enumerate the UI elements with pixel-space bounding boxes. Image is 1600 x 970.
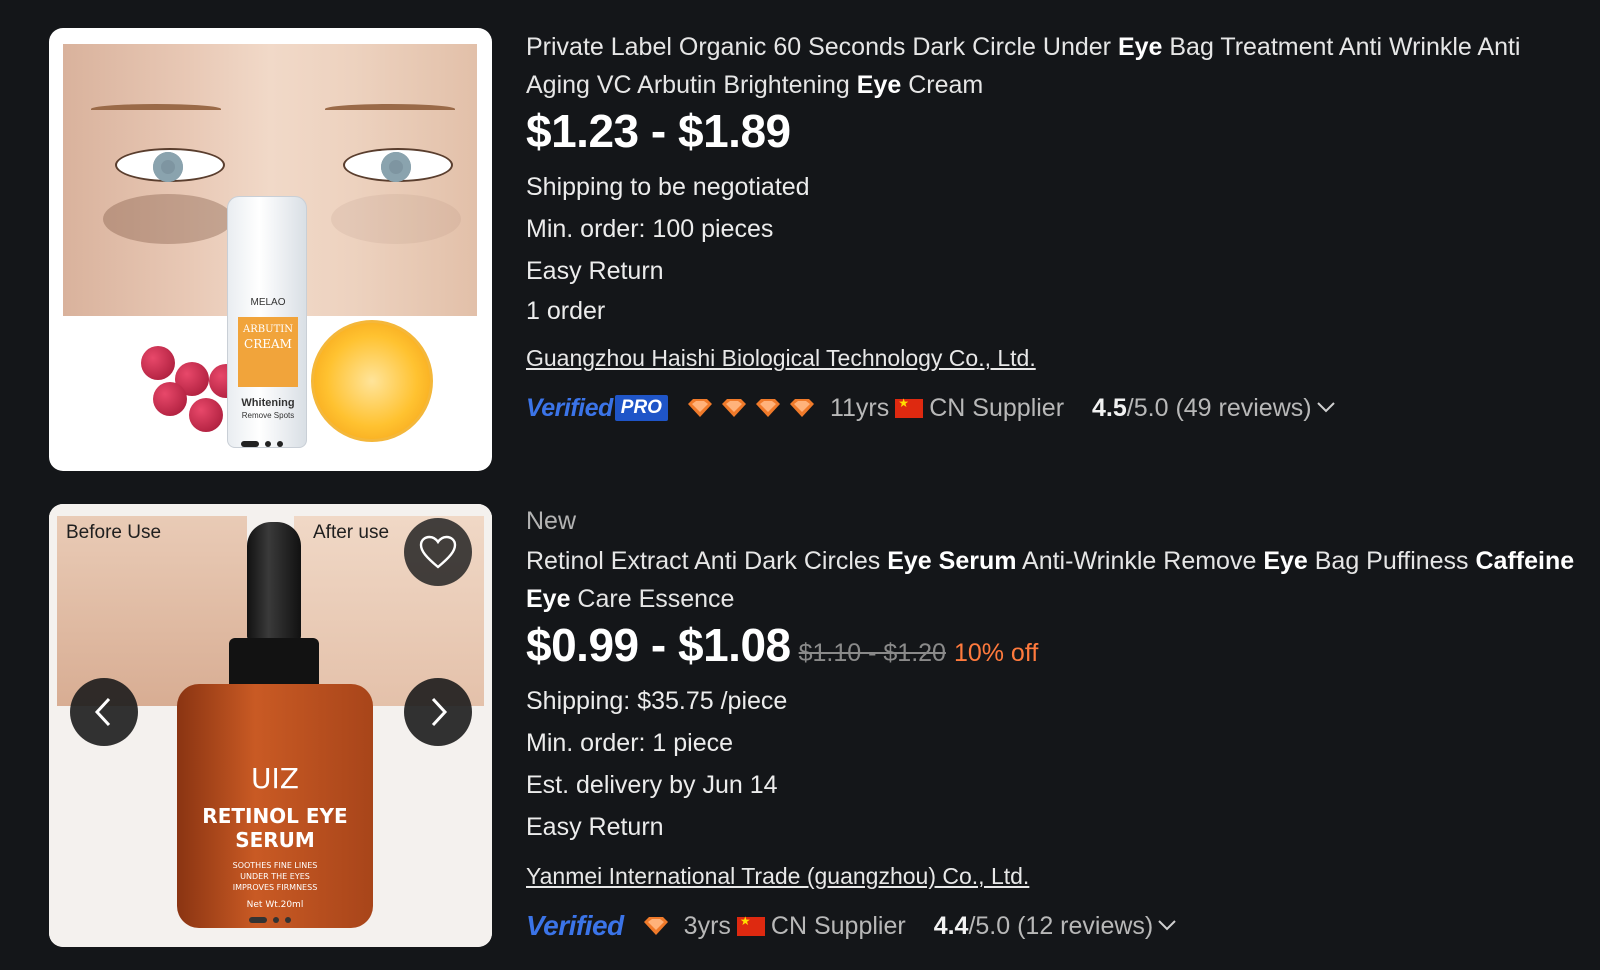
supplier-years: 3yrs: [683, 911, 731, 940]
title-segment: Care Essence: [570, 585, 735, 613]
title-segment: Eye: [1117, 33, 1163, 61]
min-order: Min. order: 1 piece: [526, 729, 734, 757]
discount-badge: 10% off: [953, 639, 1039, 667]
rating[interactable]: 4.4/5.0 (12 reviews): [934, 912, 1154, 941]
shipping-info: Shipping: $35.75 /piece: [526, 687, 788, 715]
product-image[interactable]: Before Use After use UIZ RETINOL EYE SER…: [49, 504, 492, 947]
product-image[interactable]: MELAO ARBUTIN CREAM Whitening Remove Spo…: [49, 28, 492, 471]
carousel-dots[interactable]: [241, 441, 283, 447]
supplier-level: [642, 915, 670, 937]
title-segment: Retinol Extract Anti Dark Circles: [526, 547, 888, 575]
title-segment: Eye Serum: [887, 547, 1017, 575]
chevron-down-icon[interactable]: [1157, 915, 1177, 938]
rating-value: 4.4: [933, 911, 969, 940]
title-segment: Bag Puffiness: [1307, 547, 1476, 575]
verified-badge: Verified: [526, 393, 613, 422]
wishlist-button[interactable]: [404, 518, 472, 586]
product-title[interactable]: Retinol Extract Anti Dark Circles Eye Se…: [526, 542, 1576, 618]
original-price: $1.10 - $1.20: [798, 639, 946, 667]
supplier-link[interactable]: Yanmei International Trade (guangzhou) C…: [526, 858, 1029, 894]
diamond-icon: [687, 399, 712, 417]
supplier-link[interactable]: Guangzhou Haishi Biological Technology C…: [526, 340, 1036, 376]
carousel-dots[interactable]: [249, 917, 291, 923]
product-title[interactable]: Private Label Organic 60 Seconds Dark Ci…: [526, 28, 1576, 104]
supplier-level: [686, 397, 816, 419]
diamond-icon: [721, 399, 746, 417]
diamond-icon: [643, 917, 668, 935]
price: $0.99 - $1.08: [526, 619, 791, 671]
cn-flag-icon: [895, 396, 924, 418]
chevron-left-icon: [94, 697, 111, 727]
rating-value: 4.5: [1092, 393, 1127, 422]
cream-bottle: MELAO ARBUTIN CREAM Whitening Remove Spo…: [227, 196, 307, 448]
rating-reviews: /5.0 (49 reviews): [1126, 393, 1312, 422]
easy-return: Easy Return: [526, 257, 664, 285]
title-segment: Private Label Organic 60 Seconds Dark Ci…: [526, 33, 1118, 61]
supplier-years: 11yrs: [829, 393, 890, 422]
supplier-type: CN Supplier: [770, 911, 906, 940]
price: $1.23 - $1.89: [526, 105, 791, 157]
pro-badge: PRO: [614, 395, 668, 421]
diamond-icon: [789, 399, 814, 417]
shipping-info: Shipping to be negotiated: [526, 173, 810, 201]
chevron-right-icon: [431, 697, 448, 727]
heart-icon: [419, 535, 457, 569]
chevron-down-icon[interactable]: [1316, 397, 1336, 420]
delivery-estimate: Est. delivery by Jun 14: [526, 771, 778, 799]
supplier-type: CN Supplier: [929, 393, 1065, 422]
rating-reviews: /5.0 (12 reviews): [968, 911, 1154, 940]
title-segment: Cream: [901, 71, 984, 99]
carousel-next-button[interactable]: [404, 678, 472, 746]
min-order: Min. order: 100 pieces: [526, 215, 774, 243]
before-photo: [57, 516, 247, 706]
before-caption: Before Use: [66, 522, 162, 543]
after-caption: After use: [313, 522, 390, 543]
easy-return: Easy Return: [526, 813, 664, 841]
rating[interactable]: 4.5/5.0 (49 reviews): [1092, 394, 1312, 423]
cn-flag-icon: [736, 914, 765, 936]
diamond-icon: [755, 399, 780, 417]
title-segment: Eye: [1263, 547, 1308, 575]
carousel-prev-button[interactable]: [70, 678, 138, 746]
title-segment: Anti-Wrinkle Remove: [1016, 547, 1264, 575]
verified-badge: Verified: [526, 910, 624, 941]
order-count: 1 order: [526, 297, 606, 325]
new-badge: New: [526, 507, 577, 535]
title-segment: Eye: [856, 71, 902, 99]
